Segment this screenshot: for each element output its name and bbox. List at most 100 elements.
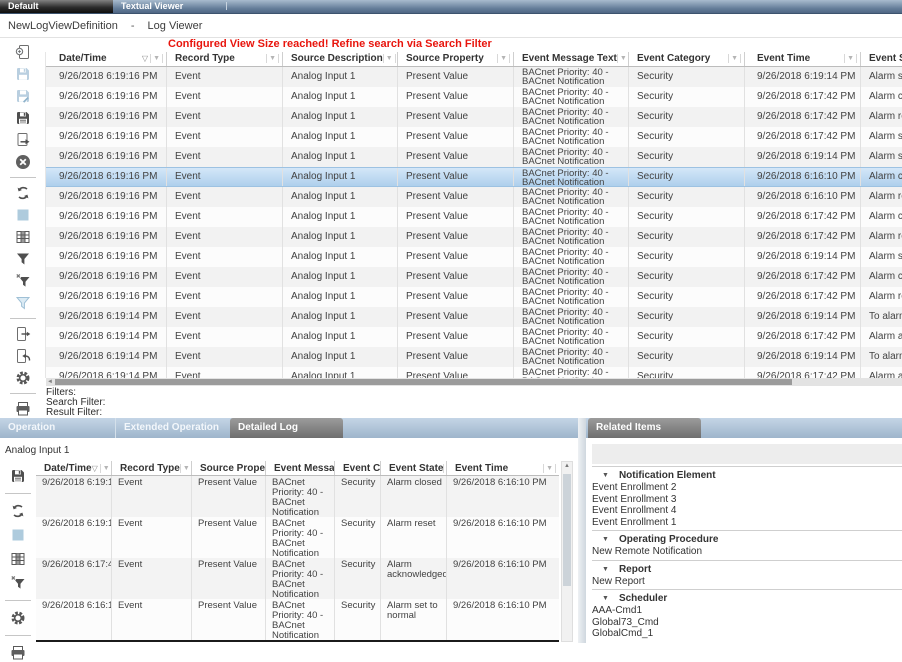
- column-filter-icon[interactable]: ▼: [844, 54, 857, 63]
- column-filter-icon[interactable]: ▼: [617, 54, 629, 63]
- settings-button[interactable]: [14, 369, 32, 387]
- clear-filter-button[interactable]: [14, 272, 32, 290]
- column-header[interactable]: Event Time▼: [447, 461, 559, 475]
- save-button[interactable]: [9, 467, 27, 485]
- refresh-button[interactable]: [9, 502, 27, 520]
- log-table-row[interactable]: 9/26/2018 6:19:16 PMEventAnalog Input 1P…: [46, 87, 902, 107]
- import-button[interactable]: [14, 347, 32, 365]
- tab-operation[interactable]: Operation: [0, 418, 116, 438]
- log-table-row[interactable]: 9/26/2018 6:19:16 PMEventAnalog Input 1P…: [46, 107, 902, 127]
- log-table-hscrollbar[interactable]: ◄: [46, 378, 902, 386]
- column-header[interactable]: Source Description▼: [283, 52, 398, 66]
- log-table-row[interactable]: 9/26/2018 6:19:16 PMEventAnalog Input 1P…: [46, 247, 902, 267]
- breadcrumb-log-viewer[interactable]: Log Viewer: [148, 20, 203, 32]
- column-filter-icon[interactable]: ▼: [728, 54, 741, 63]
- refresh-button[interactable]: [14, 184, 32, 202]
- pause-button[interactable]: [9, 526, 27, 544]
- sort-descending-icon[interactable]: ▽: [92, 464, 98, 473]
- collapse-triangle-icon[interactable]: ▼: [602, 595, 609, 602]
- log-table-row[interactable]: 9/26/2018 6:19:14 PMEventAnalog Input 1P…: [46, 367, 902, 378]
- detail-table-vscrollbar[interactable]: ▲: [561, 461, 573, 642]
- column-settings-button[interactable]: [14, 228, 32, 246]
- column-header[interactable]: Event Message Text▼: [266, 461, 335, 475]
- export-button[interactable]: [14, 325, 32, 343]
- related-section-header[interactable]: ▼Report: [590, 563, 902, 576]
- column-header[interactable]: Event Category▼: [335, 461, 381, 475]
- log-table-row[interactable]: 9/26/2018 6:19:16 PMEventAnalog Input 1P…: [46, 227, 902, 247]
- scroll-up-icon[interactable]: ▲: [562, 463, 572, 469]
- column-header[interactable]: Record Type▼: [167, 52, 283, 66]
- collapse-triangle-icon[interactable]: ▼: [602, 566, 609, 573]
- log-table-row[interactable]: 9/26/2018 6:19:16 PMEventAnalog Input 1P…: [46, 287, 902, 307]
- column-header[interactable]: Record Type▼: [112, 461, 192, 475]
- column-filter-icon[interactable]: ▼: [150, 54, 163, 63]
- breadcrumb-view-definition[interactable]: NewLogViewDefinition: [8, 20, 118, 32]
- tab-related-items[interactable]: Related Items: [588, 418, 701, 438]
- column-settings-button[interactable]: [9, 550, 27, 568]
- log-table-row[interactable]: 9/26/2018 6:19:16 PMEventAnalog Input 1P…: [46, 127, 902, 147]
- export-log-button[interactable]: [14, 131, 32, 149]
- related-item[interactable]: Event Enrollment 4: [590, 505, 902, 517]
- related-item[interactable]: Event Enrollment 2: [590, 482, 902, 494]
- log-table-row[interactable]: 9/26/2018 6:19:14 PMEventAnalog Input 1P…: [46, 327, 902, 347]
- tab-detailed-log[interactable]: Detailed Log: [230, 418, 343, 438]
- related-item[interactable]: AAA-Cmd1: [590, 605, 902, 617]
- column-header[interactable]: Date/Time▽▼: [46, 52, 167, 66]
- related-item[interactable]: GlobalCmd_1: [590, 628, 902, 640]
- column-filter-icon[interactable]: ▼: [497, 54, 510, 63]
- collapse-triangle-icon[interactable]: ▼: [602, 536, 609, 543]
- sort-descending-icon[interactable]: ▽: [142, 54, 148, 63]
- column-header[interactable]: Event Time▼: [745, 52, 861, 66]
- tab-extended-operation[interactable]: Extended Operation: [116, 418, 228, 438]
- vscroll-thumb[interactable]: [563, 474, 571, 586]
- clear-filter-button[interactable]: [9, 574, 27, 592]
- hscroll-thumb[interactable]: [55, 379, 792, 385]
- tab-textual-viewer[interactable]: Textual Viewer: [113, 0, 226, 13]
- new-log-view-button[interactable]: [14, 43, 32, 61]
- related-item[interactable]: Global73_Cmd: [590, 617, 902, 629]
- column-header-label: Event State: [389, 463, 443, 474]
- column-header[interactable]: Event Category▼: [629, 52, 745, 66]
- log-table-row[interactable]: 9/26/2018 6:19:16 PMEventAnalog Input 1P…: [46, 207, 902, 227]
- column-header[interactable]: Event State▼: [861, 52, 902, 66]
- panel-splitter[interactable]: [578, 418, 586, 643]
- pause-button[interactable]: [14, 206, 32, 224]
- settings-button[interactable]: [9, 609, 27, 627]
- column-filter-icon[interactable]: ▼: [383, 54, 396, 63]
- log-table-row[interactable]: 9/26/2018 6:19:16 PMEventAnalog Input 1P…: [46, 267, 902, 287]
- filter-button[interactable]: [14, 250, 32, 268]
- print-button[interactable]: [9, 644, 27, 662]
- log-table-row[interactable]: 9/26/2018 6:19:16 PMEventAnalog Input 1P…: [46, 187, 902, 207]
- detail-log-row[interactable]: 9/26/2018 6:16:12 PMEventPresent ValueBA…: [36, 599, 559, 640]
- column-filter-icon[interactable]: ▼: [543, 464, 556, 473]
- related-item[interactable]: New Report: [590, 576, 902, 588]
- log-table-row[interactable]: 9/26/2018 6:19:14 PMEventAnalog Input 1P…: [46, 307, 902, 327]
- related-section-header[interactable]: ▼Operating Procedure: [590, 533, 902, 546]
- detail-log-row[interactable]: 9/26/2018 6:19:16 PMEventPresent ValueBA…: [36, 476, 559, 517]
- column-header[interactable]: Date/Time▽▼: [36, 461, 112, 475]
- print-button[interactable]: [14, 400, 32, 418]
- related-section-header[interactable]: ▼Scheduler: [590, 592, 902, 605]
- column-header[interactable]: Source Property▼: [192, 461, 266, 475]
- column-header[interactable]: Source Property▼: [398, 52, 514, 66]
- tab-default[interactable]: Default: [0, 0, 113, 13]
- column-filter-icon[interactable]: ▼: [180, 464, 192, 473]
- column-filter-icon[interactable]: ▼: [266, 54, 279, 63]
- delete-button[interactable]: [14, 153, 32, 171]
- save-button[interactable]: [14, 109, 32, 127]
- log-table-row[interactable]: 9/26/2018 6:19:16 PMEventAnalog Input 1P…: [46, 67, 902, 87]
- related-item[interactable]: Event Enrollment 1: [590, 517, 902, 529]
- log-table-row[interactable]: 9/26/2018 6:19:14 PMEventAnalog Input 1P…: [46, 347, 902, 367]
- column-header[interactable]: Event Message Text▼: [514, 52, 629, 66]
- related-item[interactable]: New Remote Notification: [590, 546, 902, 558]
- scroll-left-icon[interactable]: ◄: [47, 378, 53, 386]
- detail-log-row[interactable]: 9/26/2018 6:17:42 PMEventPresent ValueBA…: [36, 558, 559, 599]
- collapse-triangle-icon[interactable]: ▼: [602, 472, 609, 479]
- detail-log-row[interactable]: 9/26/2018 6:19:16 PMEventPresent ValueBA…: [36, 517, 559, 558]
- log-table-row[interactable]: 9/26/2018 6:19:16 PMEventAnalog Input 1P…: [46, 167, 902, 187]
- related-section-header[interactable]: ▼Notification Element: [590, 469, 902, 482]
- log-table-row[interactable]: 9/26/2018 6:19:16 PMEventAnalog Input 1P…: [46, 147, 902, 167]
- column-filter-icon[interactable]: ▼: [100, 464, 112, 473]
- related-item[interactable]: Event Enrollment 3: [590, 494, 902, 506]
- column-header[interactable]: Event State▼: [381, 461, 447, 475]
